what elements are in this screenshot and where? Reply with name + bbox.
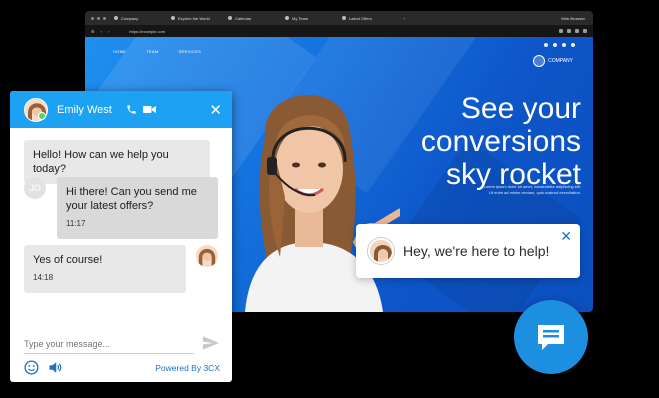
message-visitor: Hi there! Can you send me your latest of… [57, 177, 218, 239]
phone-icon[interactable] [126, 104, 137, 115]
chat-bubble-icon [538, 325, 564, 350]
hero-title: See your conversions sky rocket [420, 92, 581, 191]
nav-home[interactable]: HOME [113, 49, 126, 54]
visitor-avatar: JO [24, 177, 46, 199]
browser-toolbar-icons [559, 29, 587, 33]
online-status-icon [38, 112, 46, 120]
browser-app-name: Web Browser [561, 15, 585, 21]
speaker-icon[interactable] [48, 360, 63, 375]
social-icon[interactable] [562, 43, 566, 47]
tab-favicon-icon [285, 16, 289, 20]
tab-latest-offers[interactable]: Latest Offers [342, 16, 399, 21]
send-icon[interactable] [203, 336, 219, 350]
hero-body: Lorem ipsum dolor sit amet, consectetur … [483, 184, 581, 195]
open-chat-button[interactable] [514, 300, 588, 374]
site-nav: HOME TEAM SERVICES [113, 49, 201, 54]
screenshot-stage: Company Explore the World Calendar My Te… [0, 0, 659, 398]
tab-favicon-icon [114, 16, 118, 20]
emoji-icon[interactable] [24, 360, 39, 375]
tab-favicon-icon [171, 16, 175, 20]
tab-explore[interactable]: Explore the World [171, 16, 228, 21]
tab-bar: Company Explore the World Calendar My Te… [85, 11, 593, 25]
close-icon[interactable]: ✕ [560, 228, 572, 245]
help-bubble-text: Hey, we're here to help! [403, 243, 550, 259]
agent-avatar [196, 245, 218, 267]
social-icon[interactable] [544, 43, 548, 47]
agent-avatar [368, 238, 394, 264]
back-icon[interactable]: ‹ [101, 29, 102, 34]
forward-icon[interactable]: › [108, 29, 109, 34]
nav-team[interactable]: TEAM [146, 49, 158, 54]
message-time: 11:17 [66, 219, 86, 228]
close-chat-icon[interactable]: ✕ [209, 101, 222, 119]
company-logo-icon [533, 55, 546, 67]
extension-icon[interactable] [559, 29, 563, 33]
social-icon[interactable] [571, 43, 575, 47]
powered-by-label[interactable]: Powered By 3CX [155, 363, 220, 373]
extension-icon[interactable] [567, 29, 571, 33]
message-agent: Yes of course! 14:18 [24, 245, 186, 293]
help-bubble[interactable]: Hey, we're here to help! ✕ [356, 224, 580, 278]
address-bar: ⚙ ‹ › https://example.com [85, 25, 593, 37]
tab-favicon-icon [228, 16, 232, 20]
agent-name: Emily West [57, 103, 112, 116]
chat-header: Emily West ✕ [10, 91, 232, 128]
message-time: 14:18 [33, 273, 54, 282]
tab-my-team[interactable]: My Team [285, 16, 342, 21]
tab-favicon-icon [342, 16, 346, 20]
live-chat-widget: Emily West ✕ Hello! How can we help you … [10, 91, 232, 382]
new-tab-button[interactable]: + [403, 16, 405, 21]
url-field[interactable]: https://example.com [129, 29, 165, 34]
tab-company[interactable]: Company [114, 16, 171, 21]
company-logo[interactable]: COMPANY [533, 55, 573, 67]
extension-icon[interactable] [575, 29, 579, 33]
tab-calendar[interactable]: Calendar [228, 16, 285, 21]
nav-services[interactable]: SERVICES [179, 49, 202, 54]
social-icon[interactable] [553, 43, 557, 47]
message-input[interactable] [24, 334, 194, 354]
gear-icon[interactable]: ⚙ [91, 29, 95, 34]
window-controls[interactable] [91, 16, 106, 20]
menu-icon[interactable] [583, 29, 587, 33]
video-camera-icon[interactable] [142, 104, 156, 115]
social-links [544, 43, 575, 47]
